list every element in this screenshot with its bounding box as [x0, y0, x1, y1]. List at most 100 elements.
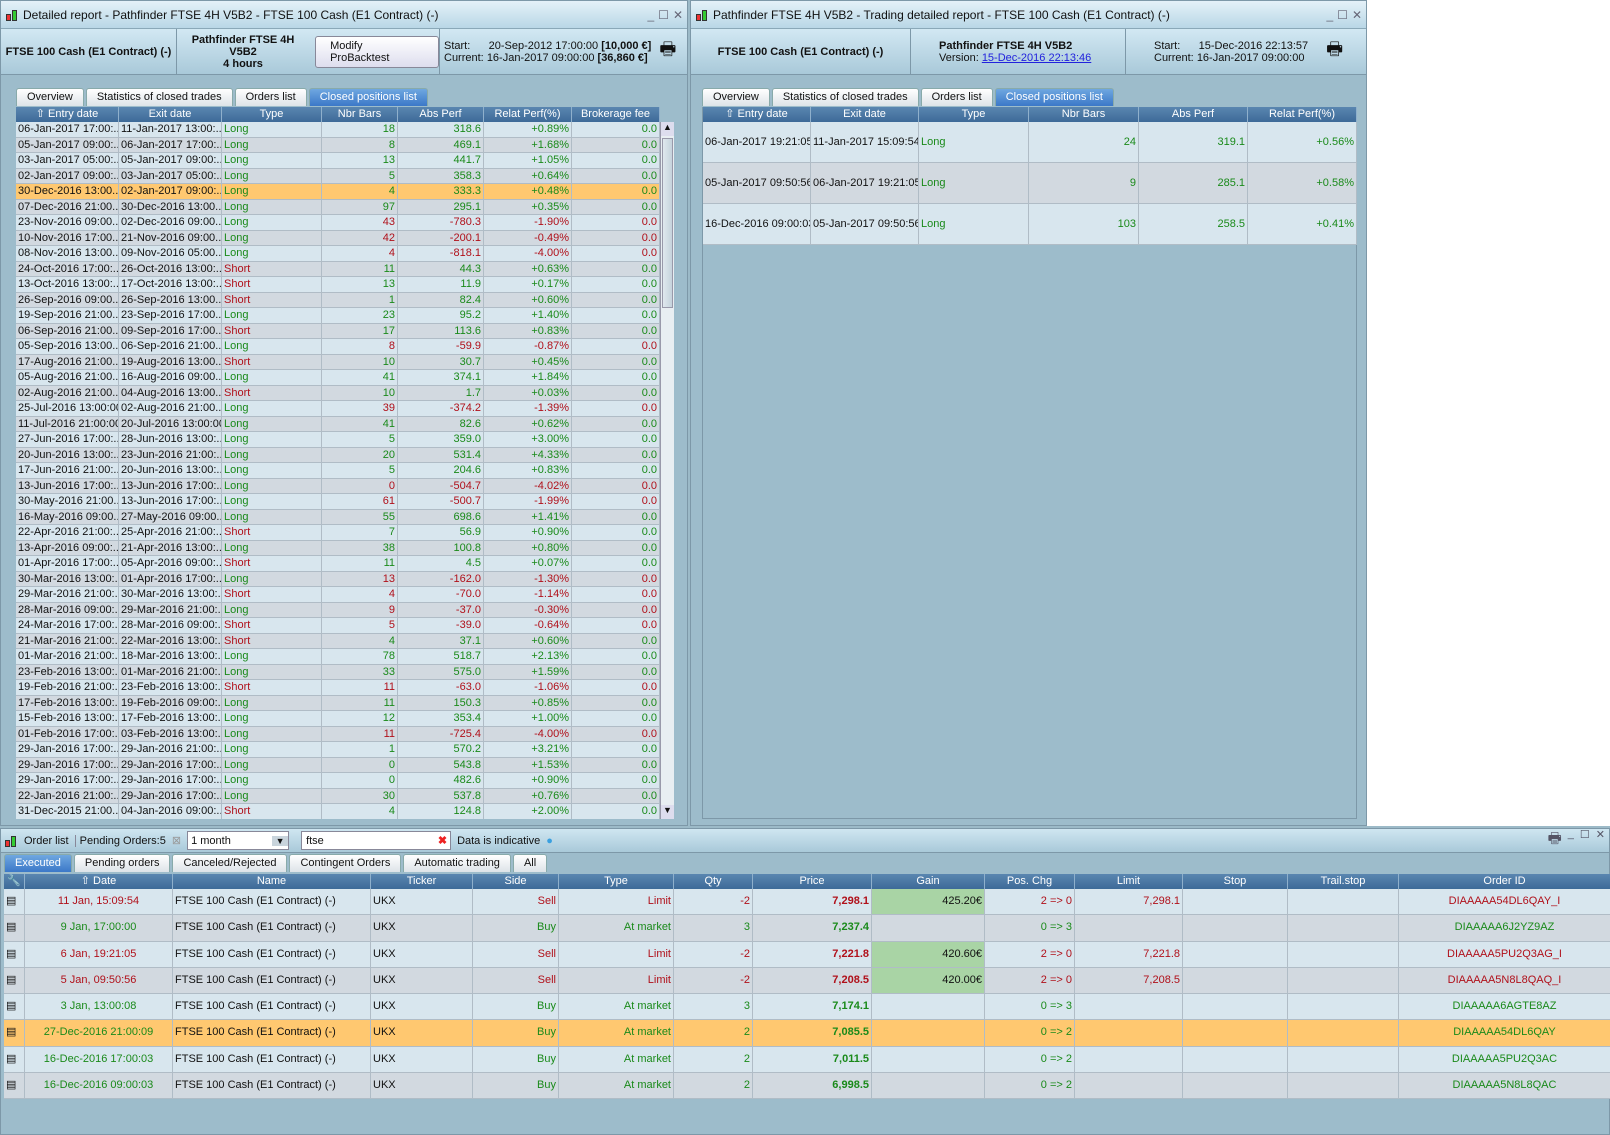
table-row[interactable]: 24-Mar-2016 17:00:... 28-Mar-2016 09:00:.…: [16, 618, 660, 634]
column-header[interactable]: Side: [473, 874, 559, 889]
pending-orders-count[interactable]: Pending Orders:5: [74, 834, 166, 847]
column-header[interactable]: Brokerage fee: [572, 107, 660, 122]
table-row[interactable]: 28-Mar-2016 09:00:... 29-Mar-2016 21:00:.…: [16, 602, 660, 618]
table-row[interactable]: 23-Nov-2016 09:00... 02-Dec-2016 09:00...…: [16, 215, 660, 231]
tab-executed[interactable]: Executed: [4, 854, 72, 872]
print-icon[interactable]: 🖶: [1326, 37, 1343, 67]
tab-orders-list[interactable]: Orders list: [234, 88, 307, 106]
table-row[interactable]: 06-Sep-2016 21:00... 09-Sep-2016 17:00...…: [16, 323, 660, 339]
vertical-scrollbar[interactable]: ▲ ▼: [660, 122, 674, 819]
table-row[interactable]: 13-Jun-2016 17:00:... 13-Jun-2016 17:00:.…: [16, 478, 660, 494]
tab-overview[interactable]: Overview: [16, 88, 84, 106]
minimize-icon[interactable]: _: [647, 8, 654, 22]
order-detail-icon[interactable]: ▤: [4, 889, 25, 915]
tab-overview[interactable]: Overview: [702, 88, 770, 106]
tab-statistics-of-closed-trades[interactable]: Statistics of closed trades: [771, 88, 919, 106]
clear-search-icon[interactable]: ✖: [438, 834, 450, 847]
minimize-icon[interactable]: _: [1326, 8, 1333, 22]
table-row[interactable]: 17-Jun-2016 21:00:... 20-Jun-2016 13:00:.…: [16, 463, 660, 479]
close-icon[interactable]: ✕: [673, 8, 683, 22]
order-row[interactable]: ▤ 27-Dec-2016 21:00:09 FTSE 100 Cash (E1 C…: [4, 1020, 1610, 1047]
order-detail-icon[interactable]: ▤: [4, 1073, 25, 1099]
order-row[interactable]: ▤ 3 Jan, 13:00:08 FTSE 100 Cash (E1 Contra…: [4, 994, 1610, 1021]
table-row[interactable]: 13-Oct-2016 13:00:... 17-Oct-2016 13:00:.…: [16, 277, 660, 293]
pending-close-icon[interactable]: ⊠: [172, 834, 181, 847]
table-row[interactable]: 19-Feb-2016 21:00:... 23-Feb-2016 13:00:.…: [16, 680, 660, 696]
maximize-icon[interactable]: ☐: [1337, 8, 1348, 22]
close-icon[interactable]: ✕: [1352, 8, 1362, 22]
column-header[interactable]: Type: [222, 107, 322, 122]
table-row[interactable]: 05-Jan-2017 09:00:... 06-Jan-2017 17:00:.…: [16, 137, 660, 153]
table-row[interactable]: 20-Jun-2016 13:00:... 23-Jun-2016 21:00:.…: [16, 447, 660, 463]
scroll-up-icon[interactable]: ▲: [661, 122, 674, 136]
table-row[interactable]: 16-May-2016 09:00... 27-May-2016 09:00...…: [16, 509, 660, 525]
tab-statistics-of-closed-trades[interactable]: Statistics of closed trades: [85, 88, 233, 106]
table-row[interactable]: 07-Dec-2016 21:00... 30-Dec-2016 13:00...…: [16, 199, 660, 215]
column-header[interactable]: Limit: [1075, 874, 1183, 889]
table-row[interactable]: 03-Jan-2017 05:00:... 05-Jan-2017 09:00:.…: [16, 153, 660, 169]
column-header[interactable]: Relat Perf(%): [1248, 107, 1357, 122]
order-row[interactable]: ▤ 9 Jan, 17:00:00 FTSE 100 Cash (E1 Contra…: [4, 915, 1610, 942]
table-row[interactable]: 05-Sep-2016 13:00... 06-Sep-2016 21:00...…: [16, 339, 660, 355]
column-header[interactable]: Nbr Bars: [322, 107, 398, 122]
table-row[interactable]: 29-Jan-2016 17:00:... 29-Jan-2016 17:00:.…: [16, 757, 660, 773]
table-row[interactable]: 31-Dec-2015 21:00... 04-Jan-2016 09:00:..…: [16, 804, 660, 819]
table-row[interactable]: 23-Feb-2016 13:00:... 01-Mar-2016 21:00:.…: [16, 664, 660, 680]
column-header[interactable]: Exit date: [811, 107, 919, 122]
order-detail-icon[interactable]: ▤: [4, 994, 25, 1020]
order-detail-icon[interactable]: ▤: [4, 1020, 25, 1046]
order-row[interactable]: ▤ 6 Jan, 19:21:05 FTSE 100 Cash (E1 Contra…: [4, 941, 1610, 968]
table-row[interactable]: 01-Feb-2016 17:00:... 03-Feb-2016 13:00:.…: [16, 726, 660, 742]
close-icon[interactable]: ✕: [1596, 828, 1605, 853]
column-header[interactable]: Gain: [872, 874, 985, 889]
table-row[interactable]: 08-Nov-2016 13:00... 09-Nov-2016 05:00...…: [16, 246, 660, 262]
column-header[interactable]: Stop: [1183, 874, 1288, 889]
table-row[interactable]: 27-Jun-2016 17:00:... 28-Jun-2016 13:00:.…: [16, 432, 660, 448]
version-link[interactable]: 15-Dec-2016 22:13:46: [982, 52, 1091, 64]
order-detail-icon[interactable]: ▤: [4, 967, 25, 994]
column-header[interactable]: Pos. Chg: [985, 874, 1075, 889]
column-header[interactable]: Price: [753, 874, 872, 889]
tab-orders-list[interactable]: Orders list: [920, 88, 993, 106]
table-row[interactable]: 26-Sep-2016 09:00... 26-Sep-2016 13:00...…: [16, 292, 660, 308]
column-header[interactable]: ⇧ Date: [25, 874, 173, 889]
column-settings-icon[interactable]: 🔧: [4, 874, 25, 889]
column-header[interactable]: Qty: [674, 874, 753, 889]
order-row[interactable]: ▤ 16-Dec-2016 09:00:03 FTSE 100 Cash (E1 C…: [4, 1073, 1610, 1100]
chevron-down-icon[interactable]: ▼: [272, 835, 289, 846]
tab-automatic-trading[interactable]: Automatic trading: [403, 854, 511, 872]
table-row[interactable]: 06-Jan-2017 17:00:... 11-Jan-2017 13:00:.…: [16, 122, 660, 138]
tab-closed-positions-list[interactable]: Closed positions list: [308, 88, 428, 106]
column-header[interactable]: Type: [919, 107, 1029, 122]
table-row[interactable]: 29-Jan-2016 17:00:... 29-Jan-2016 17:00:.…: [16, 773, 660, 789]
column-header[interactable]: Abs Perf: [398, 107, 484, 122]
scroll-down-icon[interactable]: ▼: [661, 805, 674, 819]
table-row[interactable]: 17-Feb-2016 13:00:... 19-Feb-2016 09:00:.…: [16, 695, 660, 711]
order-detail-icon[interactable]: ▤: [4, 915, 25, 941]
table-row[interactable]: 19-Sep-2016 21:00... 23-Sep-2016 17:00...…: [16, 308, 660, 324]
column-header[interactable]: Name: [173, 874, 371, 889]
table-row[interactable]: 16-Dec-2016 09:00:03 05-Jan-2017 09:50:56…: [703, 204, 1357, 245]
maximize-icon[interactable]: ☐: [658, 8, 669, 22]
period-select[interactable]: 1 month ▼: [187, 831, 290, 850]
modify-probacktest-button[interactable]: Modify ProBacktest: [315, 35, 439, 68]
print-icon[interactable]: 🖶: [1548, 828, 1562, 853]
order-row[interactable]: ▤ 11 Jan, 15:09:54 FTSE 100 Cash (E1 Contr…: [4, 889, 1610, 916]
table-row[interactable]: 29-Mar-2016 21:00:... 30-Mar-2016 13:00:.…: [16, 587, 660, 603]
table-row[interactable]: 22-Jan-2016 21:00:... 29-Jan-2016 17:00:.…: [16, 788, 660, 804]
tab-contingent-orders[interactable]: Contingent Orders: [289, 854, 402, 872]
column-header[interactable]: Type: [559, 874, 674, 889]
scroll-thumb[interactable]: [662, 138, 673, 308]
table-row[interactable]: 06-Jan-2017 19:21:05 11-Jan-2017 15:09:54…: [703, 122, 1357, 163]
column-header[interactable]: Nbr Bars: [1029, 107, 1139, 122]
order-row[interactable]: ▤ 16-Dec-2016 17:00:03 FTSE 100 Cash (E1 C…: [4, 1046, 1610, 1074]
table-row[interactable]: 29-Jan-2016 17:00:... 29-Jan-2016 21:00:.…: [16, 742, 660, 758]
column-header[interactable]: Relat Perf(%): [484, 107, 572, 122]
column-header[interactable]: Exit date: [119, 107, 222, 122]
table-row[interactable]: 24-Oct-2016 17:00:... 26-Oct-2016 13:00:.…: [16, 261, 660, 277]
table-row[interactable]: 02-Aug-2016 21:00... 04-Aug-2016 13:00...…: [16, 385, 660, 401]
maximize-icon[interactable]: ☐: [1580, 828, 1590, 853]
print-icon[interactable]: 🖶: [659, 37, 676, 67]
search-input[interactable]: ftse ✖: [301, 831, 452, 850]
column-header[interactable]: Ticker: [371, 874, 473, 889]
